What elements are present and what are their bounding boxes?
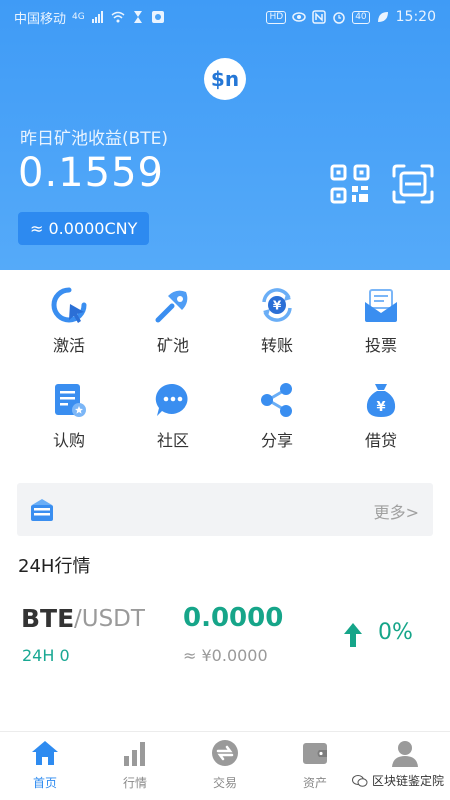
grid-label-activate: 激活 [52,336,85,355]
grid-item-community[interactable]: 社区 [121,375,225,455]
clock-label: 15:20 [395,9,436,25]
wallet-icon [303,743,327,764]
network-label: 4G [72,12,85,22]
price-value: 0.0000 [183,603,284,633]
market-section-title: 24H行情 [18,556,91,577]
wechat-icon [351,774,368,787]
more-link[interactable]: 更多> [374,499,419,523]
nav-label-assets: 资产 [302,776,327,790]
market-row-bte-usdt[interactable]: BTE /USDT 24H 0 0.0000 ≈ ¥0.0000 0% [0,600,450,680]
bottom-nav: 首页 行情 交易 资产 我的 [0,731,450,800]
alarm-icon [333,12,345,24]
grid-label-vote: 投票 [364,336,397,355]
grid-label-loan: 借贷 [364,431,397,450]
hourglass-icon [133,11,142,23]
user-icon [392,741,418,767]
scan-button[interactable] [392,164,434,204]
activate-icon [51,287,87,323]
nfc-icon [312,10,326,24]
grid-label-share: 分享 [260,431,293,450]
grid-label-transfer: 转账 [260,336,293,355]
chart-icon [124,742,145,766]
change-percent: 0% [378,620,413,645]
grid-label-mining-pool: 矿池 [156,336,189,355]
app-notification-icon [151,11,164,23]
grid-item-activate[interactable]: 激活 [17,280,121,360]
carrier-label: 中国移动 [14,11,67,27]
grid-item-loan[interactable]: ¥ 借贷 [329,375,433,455]
nav-label-market: 行情 [122,776,147,790]
watermark: 区块链鉴定院 [351,772,444,789]
home-icon [32,741,58,765]
logo-text: $n [210,67,240,91]
community-icon [155,383,188,416]
svg-text:¥: ¥ [376,400,385,415]
wifi-icon [111,11,125,23]
price-cny-value: ≈ ¥0.0000 [183,646,268,665]
header-panel: 中国移动 4G HD 40 15:20 $n 昨日矿池收益(BTE) 0.155… [0,0,450,270]
volume-24h-label: 24H 0 [22,646,70,665]
nav-tab-profile[interactable]: 我的 [360,738,450,798]
svg-text:¥: ¥ [273,299,282,313]
mining-pool-icon [155,290,188,323]
watermark-text: 区块链鉴定院 [371,774,444,788]
grid-item-mining-pool[interactable]: 矿池 [121,280,225,360]
pair-base-symbol: BTE [21,604,75,633]
grid-item-subscribe[interactable]: 认购 [17,375,121,455]
signal-icon [91,11,103,23]
grid-item-vote[interactable]: 投票 [329,280,433,360]
status-bar: 中国移动 4G HD 40 15:20 [0,0,450,34]
announcement-icon [31,499,53,521]
transfer-icon: ¥ [262,288,292,322]
cny-value-chip: ≈ 0.0000CNY [18,212,150,245]
qr-code-button[interactable] [330,164,370,204]
nav-label-home: 首页 [32,776,57,790]
yesterday-earnings-value: 0.1559 [18,150,164,196]
grid-item-share[interactable]: 分享 [225,375,329,455]
eye-icon [292,12,306,22]
subscribe-icon [55,384,86,417]
vote-icon [365,289,397,322]
share-icon [261,383,292,417]
trade-icon [212,740,238,766]
nav-label-trade: 交易 [212,776,237,790]
leaf-icon [377,12,388,22]
battery-indicator: 40 [352,10,370,24]
grid-label-community: 社区 [156,431,189,450]
notice-bar[interactable]: 更多> [17,483,433,536]
loan-icon: ¥ [366,384,396,417]
nav-tab-market[interactable]: 行情 [90,738,180,798]
up-arrow-icon [344,623,362,647]
nav-tab-home[interactable]: 首页 [0,738,90,798]
grid-item-transfer[interactable]: ¥ 转账 [225,280,329,360]
grid-label-subscribe: 认购 [52,431,85,450]
yesterday-earnings-label: 昨日矿池收益(BTE) [20,129,169,149]
pair-quote-symbol: /USDT [74,606,145,632]
hd-badge: HD [266,10,287,24]
app-logo: $n [204,58,246,100]
nav-tab-trade[interactable]: 交易 [180,738,270,798]
nav-tab-assets[interactable]: 资产 [270,738,360,798]
